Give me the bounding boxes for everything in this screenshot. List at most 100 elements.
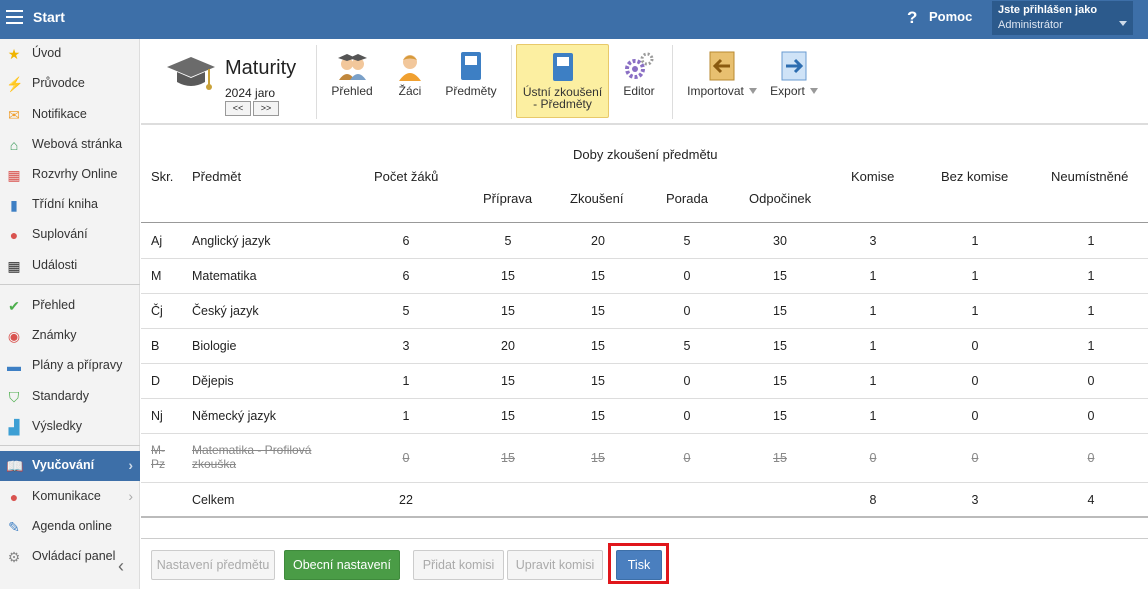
sidebar-item-vysledky[interactable]: ▟ Výsledky [0, 412, 140, 442]
sidebar-item-tridni-kniha[interactable]: ▮ Třídní kniha [0, 190, 140, 220]
cell-skr: B [151, 339, 160, 353]
col-header-odpocinek[interactable]: Odpočinek [749, 191, 811, 206]
user-name: Administrátor [998, 19, 1063, 31]
cell-odpocinek: 15 [773, 269, 787, 283]
cell-odpocinek: 15 [773, 339, 787, 353]
sidebar-divider [0, 284, 140, 285]
chevron-down-icon [748, 88, 757, 94]
col-header-bez-komise[interactable]: Bez komise [941, 169, 1008, 184]
sidebar-item-komunikace[interactable]: ● Komunikace › [0, 482, 140, 512]
col-header-zkouseni[interactable]: Zkoušení [570, 191, 623, 206]
collapse-sidebar-icon[interactable]: ‹ [118, 556, 124, 577]
col-header-pocet[interactable]: Počet žáků [374, 169, 438, 184]
cell-odpocinek: 15 [773, 409, 787, 423]
sidebar-item-znamky[interactable]: ◉ Známky [0, 321, 140, 351]
sidebar-item-label: Rozvrhy Online [32, 167, 118, 181]
ustni-zkouseni-predmety-button[interactable]: Ústní zkoušení - Předměty [516, 44, 609, 118]
pridat-komisi-button[interactable]: Přidat komisi [413, 550, 504, 580]
book-icon [461, 52, 481, 80]
cell-predmet: Německý jazyk [192, 409, 277, 423]
col-header-priprava[interactable]: Příprava [483, 191, 532, 206]
envelope-icon: ✉ [8, 107, 20, 123]
total-bez-komise: 3 [971, 493, 979, 507]
cell-odpocinek: 15 [773, 374, 787, 388]
sidebar-item-pruvodce[interactable]: ⚡ Průvodce [0, 69, 140, 99]
book-icon: ▮ [10, 197, 18, 213]
editor-label: Editor [623, 84, 655, 98]
sidebar-item-agenda[interactable]: ✎ Agenda online [0, 512, 140, 542]
cell-neumistnene: 1 [1087, 339, 1095, 353]
sidebar-item-rozvrhy[interactable]: ▦ Rozvrhy Online [0, 160, 140, 190]
highlight-box [608, 543, 669, 584]
cell-pocet: 0 [402, 451, 410, 465]
upravit-komisi-button[interactable]: Upravit komisi [507, 550, 603, 580]
help-link[interactable]: Pomoc [929, 9, 972, 24]
sidebar-item-webova-stranka[interactable]: ⌂ Webová stránka [0, 130, 140, 160]
predmety-button[interactable]: Předměty [441, 44, 501, 118]
prehled-button[interactable]: Přehled [326, 44, 378, 118]
col-header-komise[interactable]: Komise [851, 169, 894, 184]
col-header-neumistnene[interactable]: Neumístněné [1051, 169, 1128, 184]
cell-komise: 1 [869, 269, 877, 283]
student-icon [399, 55, 421, 81]
table-row[interactable]: Nj Německý jazyk 1 15 15 0 15 1 0 0 [141, 399, 1148, 434]
table-row[interactable]: Čj Český jazyk 5 15 15 0 15 1 1 1 [141, 294, 1148, 329]
cell-porada: 0 [683, 374, 691, 388]
import-icon [709, 51, 735, 81]
col-group-doby: Doby zkoušení předmětu [573, 147, 718, 162]
cell-bez-komise: 0 [971, 374, 979, 388]
importovat-button[interactable]: Importovat [682, 44, 762, 118]
table-row[interactable]: D Dějepis 1 15 15 0 15 1 0 0 [141, 364, 1148, 399]
cell-zkouseni: 20 [591, 234, 605, 248]
cell-priprava: 15 [501, 374, 515, 388]
sidebar-item-vyucovani[interactable]: 📖 Vyučování › [0, 451, 140, 481]
sidebar-item-label: Úvod [32, 46, 62, 60]
export-button[interactable]: Export [764, 44, 824, 118]
home-icon: ⌂ [9, 137, 19, 153]
table-row[interactable]: B Biologie 3 20 15 5 15 1 0 1 [141, 329, 1148, 364]
sidebar-item-uvod[interactable]: ★ Úvod [0, 39, 140, 69]
col-header-predmet[interactable]: Předmět [192, 169, 241, 184]
table-row[interactable]: Aj Anglický jazyk 6 5 20 5 30 3 1 1 [141, 224, 1148, 259]
user-login-label: Jste přihlášen jako [998, 4, 1098, 16]
students-icon [338, 54, 367, 80]
header-divider [141, 222, 1148, 223]
bar-chart-icon: ▟ [8, 419, 20, 435]
editor-button[interactable]: Editor [616, 44, 662, 118]
cell-pocet: 1 [402, 409, 410, 423]
sidebar-item-standardy[interactable]: ⛉ Standardy [0, 382, 140, 412]
cell-predmet: Biologie [192, 339, 237, 353]
sidebar: ★ Úvod ⚡ Průvodce ✉ Notifikace ⌂ Webová strá… [0, 39, 140, 589]
cell-skr: Čj [151, 304, 163, 318]
table-row[interactable]: M Matematika 6 15 15 0 15 1 1 1 [141, 259, 1148, 294]
sidebar-item-prehled[interactable]: ✔ Přehled [0, 291, 140, 321]
prev-term-button[interactable]: << [225, 101, 251, 116]
sidebar-item-plany[interactable]: ▬ Plány a přípravy [0, 351, 140, 381]
nastaveni-predmetu-button[interactable]: Nastavení předmětu [151, 550, 275, 580]
chevron-down-icon [809, 88, 818, 94]
user-menu[interactable]: Jste přihlášen jako Administrátor [992, 1, 1133, 35]
next-term-button[interactable]: >> [253, 101, 279, 116]
cell-neumistnene: 0 [1087, 451, 1095, 465]
help-icon[interactable]: ? [907, 8, 917, 28]
table-row-struck[interactable]: M- Pz Matematika - Profilová zkouška 0 15 … [141, 434, 1148, 483]
importovat-label: Importovat [682, 85, 762, 97]
ustni-zkouseni-label: Ústní zkoušení - Předměty [522, 85, 603, 111]
hamburger-menu-icon[interactable] [6, 10, 23, 25]
cell-skr: D [151, 374, 161, 388]
cell-pocet: 6 [402, 234, 410, 248]
zaci-label: Žáci [398, 84, 422, 98]
obecni-nastaveni-button[interactable]: Obecní nastavení [284, 550, 400, 580]
cell-neumistnene: 0 [1087, 374, 1095, 388]
zaci-button[interactable]: Žáci [391, 44, 429, 118]
sidebar-item-suplovani[interactable]: ● Suplování [0, 220, 140, 250]
start-link[interactable]: Start [33, 9, 65, 25]
sidebar-divider [0, 445, 140, 446]
cell-neumistnene: 1 [1087, 234, 1095, 248]
col-header-porada[interactable]: Porada [666, 191, 708, 206]
chevron-right-icon: › [128, 488, 133, 504]
sidebar-item-notifikace[interactable]: ✉ Notifikace [0, 100, 140, 130]
col-header-skr[interactable]: Skr. [151, 169, 173, 184]
sidebar-item-udalosti[interactable]: ▦ Události [0, 251, 140, 281]
total-pocet: 22 [399, 493, 413, 507]
